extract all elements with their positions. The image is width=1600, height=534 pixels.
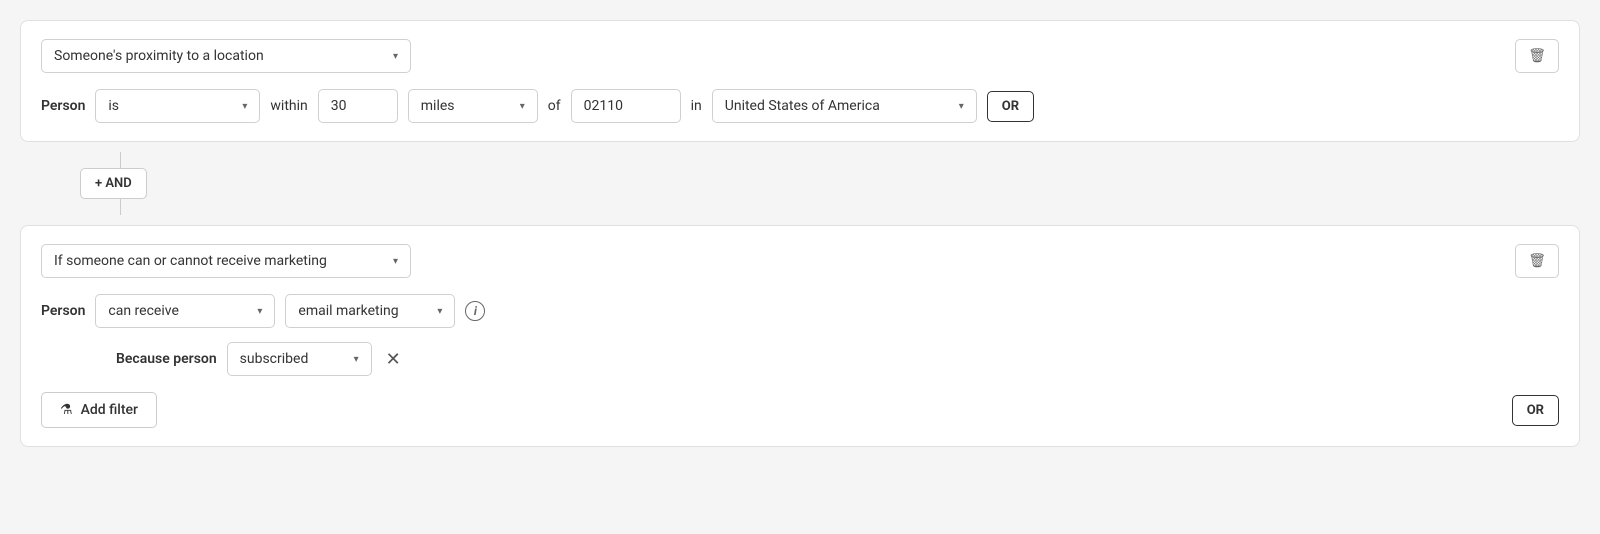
connector-line-top [120, 152, 121, 168]
miles-value: miles [421, 98, 455, 114]
connector-line-bottom [120, 199, 121, 215]
is-value: is [108, 98, 119, 114]
of-label: of [548, 98, 561, 114]
chevron-down-icon-8: ▾ [354, 354, 359, 365]
filter-icon: ⚗ [60, 402, 73, 418]
condition-type-dropdown-1[interactable]: Someone's proximity to a location ▾ [41, 39, 411, 73]
zipcode-input[interactable] [571, 89, 681, 123]
card2-header: If someone can or cannot receive marketi… [41, 244, 1559, 278]
and-connector: + AND [20, 152, 1580, 215]
or-label-2: OR [1527, 403, 1544, 418]
person-label-1: Person [41, 98, 85, 114]
chevron-down-icon-2: ▾ [242, 101, 247, 112]
card2-person-row: Person can receive ▾ email marketing ▾ i [41, 294, 1559, 328]
chevron-down-icon-3: ▾ [520, 101, 525, 112]
card1-person-row: Person is ▾ within miles ▾ of in United … [41, 89, 1559, 123]
chevron-down-icon-4: ▾ [959, 101, 964, 112]
card1-header: Someone's proximity to a location ▾ 🗑 [41, 39, 1559, 73]
or-button-1[interactable]: OR [987, 91, 1034, 122]
condition-card-2: If someone can or cannot receive marketi… [20, 225, 1580, 447]
chevron-down-icon-5: ▾ [393, 256, 398, 267]
person-label-2: Person [41, 303, 85, 319]
or-button-2[interactable]: OR [1512, 395, 1559, 426]
delete-button-1[interactable]: 🗑 [1515, 39, 1559, 73]
delete-button-2[interactable]: 🗑 [1515, 244, 1559, 278]
and-button[interactable]: + AND [80, 168, 147, 199]
condition-card-1: Someone's proximity to a location ▾ 🗑 Pe… [20, 20, 1580, 142]
distance-input[interactable] [318, 89, 398, 123]
trash-icon-2: 🗑 [1528, 253, 1546, 269]
trash-icon-1: 🗑 [1528, 48, 1546, 64]
country-value: United States of America [725, 98, 880, 114]
subscribed-dropdown[interactable]: subscribed ▾ [227, 342, 372, 376]
info-icon[interactable]: i [465, 301, 485, 321]
within-label: within [270, 98, 307, 114]
can-receive-value: can receive [108, 303, 178, 319]
chevron-down-icon-1: ▾ [393, 51, 398, 62]
because-row: Because person subscribed ▾ ✕ [116, 342, 1559, 376]
remove-because-button[interactable]: ✕ [382, 349, 405, 370]
email-marketing-value: email marketing [298, 303, 398, 319]
can-receive-dropdown[interactable]: can receive ▾ [95, 294, 275, 328]
add-filter-button[interactable]: ⚗ Add filter [41, 392, 157, 428]
in-label: in [691, 98, 702, 114]
subscribed-value: subscribed [240, 351, 309, 367]
country-dropdown[interactable]: United States of America ▾ [712, 89, 977, 123]
condition-type-dropdown-2[interactable]: If someone can or cannot receive marketi… [41, 244, 411, 278]
is-dropdown[interactable]: is ▾ [95, 89, 260, 123]
condition-type-label-1: Someone's proximity to a location [54, 48, 264, 64]
page-wrapper: Someone's proximity to a location ▾ 🗑 Pe… [20, 20, 1580, 447]
because-person-label: Because person [116, 351, 217, 367]
or-label-1: OR [1002, 99, 1019, 114]
chevron-down-icon-6: ▾ [257, 306, 262, 317]
condition-type-label-2: If someone can or cannot receive marketi… [54, 253, 327, 269]
card2-bottom-row: ⚗ Add filter OR [41, 392, 1559, 428]
miles-dropdown[interactable]: miles ▾ [408, 89, 538, 123]
and-label: + AND [95, 176, 132, 191]
chevron-down-icon-7: ▾ [437, 306, 442, 317]
add-filter-label: Add filter [81, 402, 138, 418]
email-marketing-dropdown[interactable]: email marketing ▾ [285, 294, 455, 328]
